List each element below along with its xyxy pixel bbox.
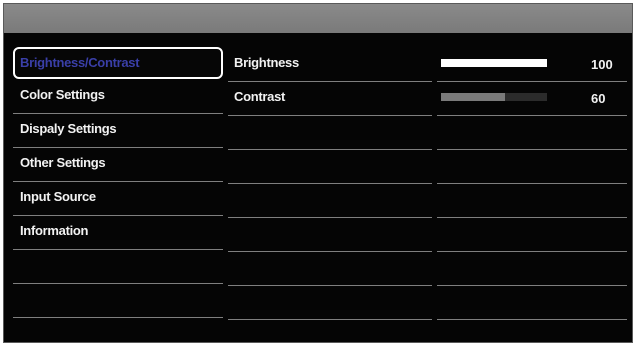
contrast-value-row: 60 [437, 82, 627, 116]
menu-item-color-settings[interactable]: Color Settings [13, 80, 223, 114]
value-empty-row [437, 116, 627, 150]
sub-empty-row [228, 218, 432, 252]
value-empty-row [437, 218, 627, 252]
brightness-slider-fill [441, 59, 547, 67]
menu-item-information[interactable]: Information [13, 216, 223, 250]
main-menu: Brightness/Contrast Color Settings Dispa… [13, 47, 223, 342]
osd-body: Brightness/Contrast Color Settings Dispa… [4, 33, 632, 342]
brightness-value: 100 [591, 57, 613, 72]
contrast-slider[interactable] [441, 93, 547, 101]
value-empty-row [437, 184, 627, 218]
menu-item-other-settings[interactable]: Other Settings [13, 148, 223, 182]
brightness-slider[interactable] [441, 59, 547, 67]
sub-empty-row [228, 150, 432, 184]
sub-menu: Brightness Contrast [228, 48, 432, 342]
brightness-value-row: 100 [437, 48, 627, 82]
sub-empty-row [228, 116, 432, 150]
sub-empty-row [228, 286, 432, 320]
menu-empty-row [13, 250, 223, 284]
osd-window: Brightness/Contrast Color Settings Dispa… [3, 3, 633, 343]
menu-empty-row [13, 284, 223, 318]
contrast-slider-fill [441, 93, 505, 101]
values-column: 100 60 [437, 48, 627, 342]
value-empty-row [437, 252, 627, 286]
menu-item-brightness-contrast[interactable]: Brightness/Contrast [13, 47, 223, 79]
sub-item-brightness[interactable]: Brightness [228, 48, 432, 82]
value-empty-row [437, 286, 627, 320]
value-empty-row [437, 150, 627, 184]
value-empty-row [437, 320, 627, 342]
contrast-value: 60 [591, 91, 606, 106]
osd-header-bar [4, 4, 632, 33]
sub-empty-row [228, 184, 432, 218]
menu-item-display-settings[interactable]: Dispaly Settings [13, 114, 223, 148]
sub-empty-row [228, 252, 432, 286]
menu-item-input-source[interactable]: Input Source [13, 182, 223, 216]
sub-item-contrast[interactable]: Contrast [228, 82, 432, 116]
menu-empty-row [13, 318, 223, 342]
sub-empty-row [228, 320, 432, 342]
